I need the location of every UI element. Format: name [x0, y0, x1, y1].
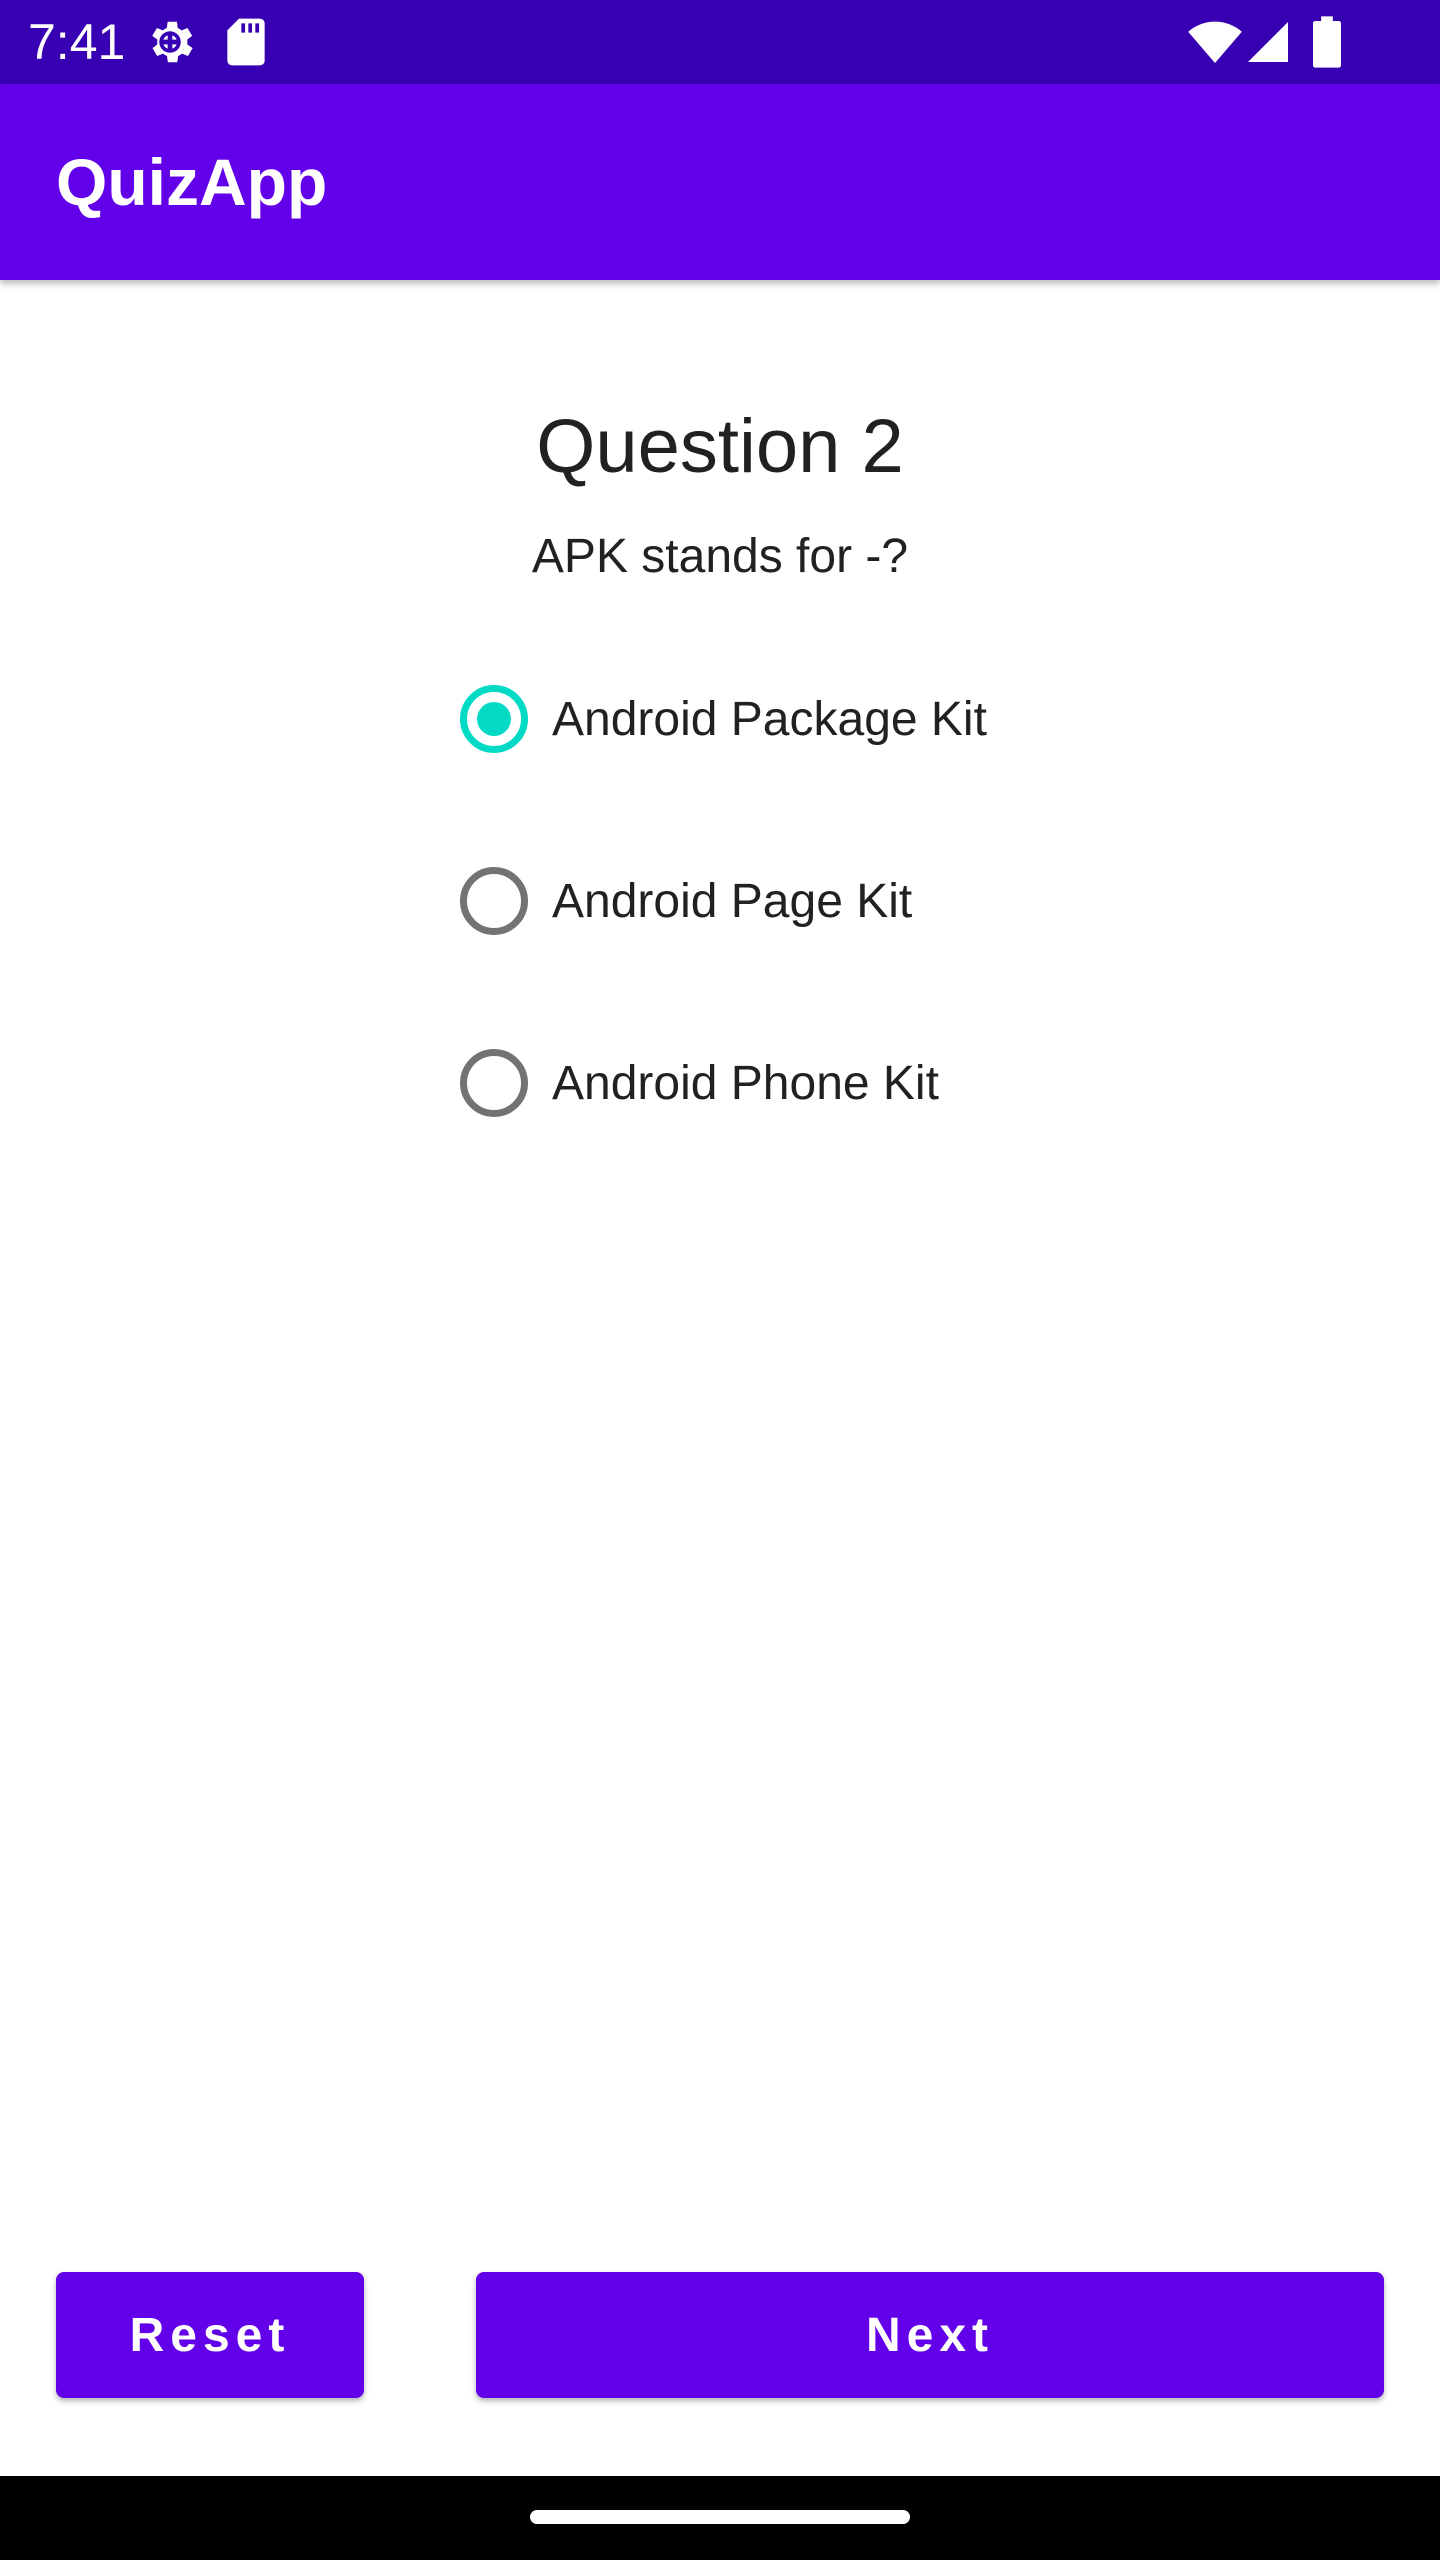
option-android-phone-kit[interactable]: Android Phone Kit: [460, 992, 1360, 1174]
radio-unchecked-icon[interactable]: [460, 1049, 528, 1117]
question-text: APK stands for -?: [531, 530, 909, 583]
status-time: 7:41: [28, 14, 126, 70]
answer-radio-group: Android Package Kit Android Page Kit And…: [460, 628, 1360, 1174]
home-gesture-handle[interactable]: [530, 2510, 910, 2524]
app-bar: QuizApp: [0, 84, 1440, 280]
settings-gear-icon: [142, 14, 198, 75]
status-bar: 7:41: [0, 0, 1440, 84]
option-label[interactable]: Android Phone Kit: [552, 1056, 939, 1111]
option-android-package-kit[interactable]: Android Package Kit: [460, 628, 1360, 810]
option-label[interactable]: Android Package Kit: [552, 692, 987, 747]
option-label[interactable]: Android Page Kit: [552, 874, 912, 929]
battery-icon: [1310, 14, 1344, 75]
option-android-page-kit[interactable]: Android Page Kit: [460, 810, 1360, 992]
app-title: QuizApp: [56, 145, 328, 219]
sd-card-icon: [222, 14, 270, 75]
question-title: Question 2: [536, 404, 904, 489]
radio-unchecked-icon[interactable]: [460, 867, 528, 935]
navigation-bar: [0, 2476, 1440, 2560]
reset-button[interactable]: Reset: [56, 2272, 364, 2398]
cell-signal-icon: [1244, 14, 1292, 75]
radio-checked-icon[interactable]: [460, 685, 528, 753]
next-button[interactable]: Next: [476, 2272, 1384, 2398]
wifi-icon: [1186, 14, 1244, 75]
